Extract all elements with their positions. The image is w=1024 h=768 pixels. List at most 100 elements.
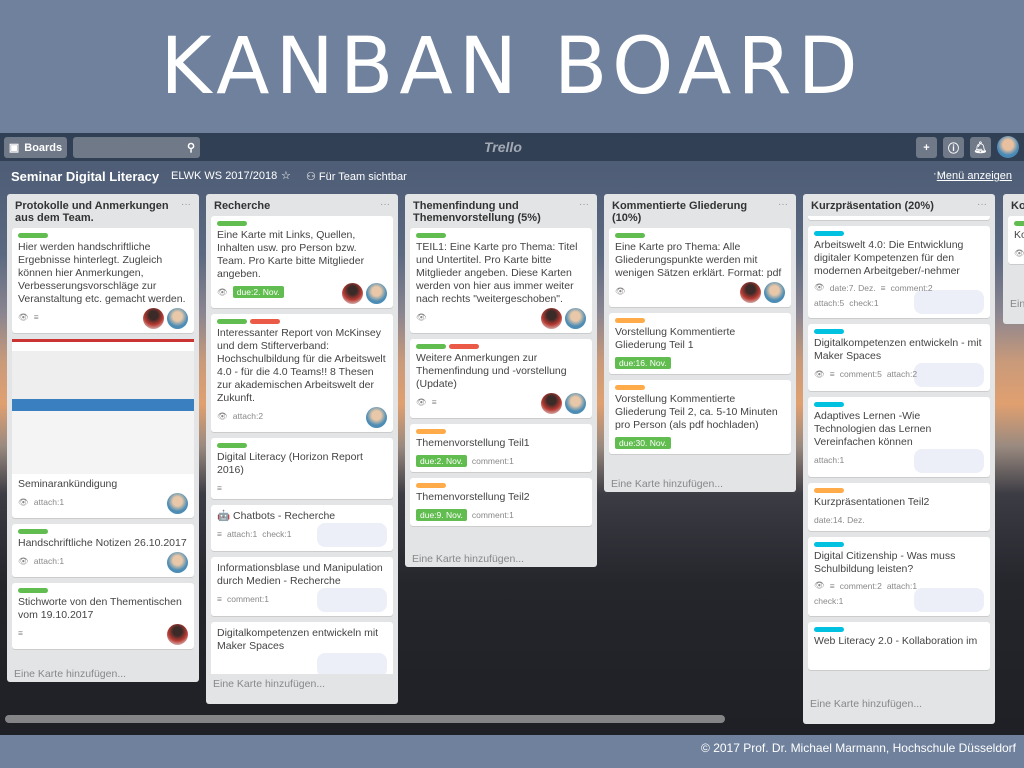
card[interactable]: Seminarankündigung 👁︎ attach:1	[12, 339, 194, 518]
add-card-link[interactable]: Eine Karte hinzufügen...	[803, 694, 995, 718]
show-menu-link[interactable]: Menü anzeigen	[937, 170, 1012, 182]
label-green[interactable]	[18, 588, 48, 593]
notifications-button[interactable]: 🔔︎	[970, 137, 991, 158]
list-title[interactable]: Kurzpräsentation (20%)	[803, 194, 995, 216]
label-green[interactable]	[18, 529, 48, 534]
info-button[interactable]: ⓘ	[943, 137, 964, 158]
card-title: Kurzpräsentationen Teil2	[814, 496, 930, 508]
member-avatar[interactable]	[143, 308, 164, 329]
member-avatar[interactable]	[342, 283, 363, 304]
label-orange[interactable]	[814, 488, 844, 493]
member-avatar[interactable]	[565, 308, 586, 329]
card-labels	[1014, 221, 1024, 226]
label-green[interactable]	[416, 344, 446, 349]
list-title[interactable]: Ko… Ku…	[1003, 194, 1024, 216]
list-menu-icon[interactable]: ···	[579, 199, 589, 210]
label-orange[interactable]	[416, 483, 446, 488]
member-avatar[interactable]	[764, 282, 785, 303]
add-card-link[interactable]: Eine Karte hinzufügen...	[7, 664, 199, 682]
label-orange[interactable]	[615, 318, 645, 323]
label-blue[interactable]	[814, 329, 844, 334]
badge-due[interactable]: due:9. Nov.	[416, 509, 467, 521]
add-card-link[interactable]: Eine Karte hinzufügen...	[604, 474, 796, 492]
card[interactable]: Adaptives Lernen -Wie Technologien das L…	[808, 397, 990, 477]
add-button[interactable]: +	[916, 137, 937, 158]
label-red[interactable]	[250, 319, 280, 324]
label-blue[interactable]	[814, 402, 844, 407]
label-green[interactable]	[217, 319, 247, 324]
label-green[interactable]	[1014, 221, 1024, 226]
card[interactable]: Eine Karte mit Links, Quellen, Inhalten …	[211, 216, 393, 308]
member-avatar[interactable]	[366, 283, 387, 304]
label-green[interactable]	[217, 221, 247, 226]
member-avatar[interactable]	[740, 282, 761, 303]
label-green[interactable]	[217, 443, 247, 448]
badge-due[interactable]: due:16. Nov.	[615, 357, 671, 369]
member-avatar[interactable]	[565, 393, 586, 414]
horizontal-scrollbar[interactable]	[5, 715, 725, 723]
list-menu-icon[interactable]: ···	[977, 199, 987, 210]
list-title[interactable]: Recherche	[206, 194, 398, 216]
card-list: Hier werden handschriftliche Ergebnisse …	[7, 228, 199, 664]
card[interactable]: Web Literacy 2.0 - Kollaboration im	[808, 622, 990, 670]
list-title[interactable]: Themenfindung und Themenvorstellung (5%)	[405, 194, 597, 228]
add-card-link[interactable]: Eine Karte hinzufügen...	[1003, 294, 1024, 318]
card[interactable]: Vorstellung Kommentierte Gliederung Teil…	[609, 313, 791, 374]
card[interactable]: Ko Ku Ko Er 👁︎	[1008, 216, 1024, 264]
user-avatar[interactable]	[997, 136, 1019, 158]
star-icon[interactable]: ☆	[281, 169, 291, 182]
card[interactable]: Digital Citizenship - Was muss Schulbild…	[808, 537, 990, 616]
add-card-link[interactable]: Eine Karte hinzufügen...	[405, 549, 597, 567]
label-orange[interactable]	[615, 385, 645, 390]
label-blue[interactable]	[814, 231, 844, 236]
card[interactable]: TEIL1: Eine Karte pro Thema: Titel und U…	[410, 228, 592, 333]
card[interactable]: Informationsblase und Manipulation durch…	[211, 557, 393, 616]
list-menu-icon[interactable]: ···	[181, 199, 191, 210]
card[interactable]: Themenvorstellung Teil2 due:9. Nov. commen…	[410, 478, 592, 526]
card[interactable]: Themenvorstellung Teil1 due:2. Nov. commen…	[410, 424, 592, 472]
list-title[interactable]: Protokolle und Anmerkungen aus dem Team.	[7, 194, 199, 228]
label-blue[interactable]	[814, 627, 844, 632]
member-avatar[interactable]	[167, 308, 188, 329]
label-blue[interactable]	[814, 542, 844, 547]
card[interactable]: Weitere Anmerkungen zur Themenfindung un…	[410, 339, 592, 418]
card[interactable]: Stichworte von den Thementischen vom 19.…	[12, 583, 194, 649]
card[interactable]: Kurzpräsentationen Teil2 date:14. Dez.	[808, 483, 990, 531]
badge-due[interactable]: due:2. Nov.	[232, 286, 284, 298]
card[interactable]: Digitalkompetenzen entwickeln mit Maker …	[211, 622, 393, 674]
card[interactable]: Arbeitswelt 4.0: Die Entwicklung digital…	[808, 226, 990, 318]
card[interactable]: Vorstellung Kommentierte Gliederung Teil…	[609, 380, 791, 454]
trello-logo[interactable]: Trello	[484, 139, 522, 155]
member-avatar[interactable]	[366, 407, 387, 428]
card[interactable]: Interessanter Report von McKinsey und de…	[211, 314, 393, 432]
label-green[interactable]	[416, 233, 446, 238]
card[interactable]: Eine Karte pro Thema: Alle Gliederungspu…	[609, 228, 791, 307]
card[interactable]: Hier werden handschriftliche Ergebnisse …	[12, 228, 194, 333]
member-avatar[interactable]	[541, 393, 562, 414]
badge-due[interactable]: due:2. Nov.	[416, 455, 467, 467]
search-input[interactable]: ⚲	[73, 137, 200, 158]
card[interactable]	[808, 216, 990, 220]
list-menu-icon[interactable]: ···	[380, 199, 390, 210]
board-title[interactable]: Seminar Digital Literacy	[11, 169, 159, 184]
team-name[interactable]: ELWK WS 2017/2018	[171, 170, 277, 182]
member-avatar[interactable]	[167, 624, 188, 645]
visibility-button[interactable]: ⚇ Für Team sichtbar	[306, 170, 407, 183]
label-green[interactable]	[18, 233, 48, 238]
member-avatar[interactable]	[167, 552, 188, 573]
card[interactable]: Digitalkompetenzen entwickeln - mit Make…	[808, 324, 990, 391]
card[interactable]: Digital Literacy (Horizon Report 2016) ≡	[211, 438, 393, 499]
card-members-faded	[317, 523, 387, 547]
member-avatar[interactable]	[167, 493, 188, 514]
badge-due[interactable]: due:30. Nov.	[615, 437, 671, 449]
card[interactable]: Handschriftliche Notizen 26.10.2017 👁︎ att…	[12, 524, 194, 577]
add-card-link[interactable]: Eine Karte hinzufügen...	[206, 674, 398, 698]
boards-button[interactable]: ▣ Boards	[4, 137, 67, 158]
label-green[interactable]	[615, 233, 645, 238]
label-red[interactable]	[449, 344, 479, 349]
list-title[interactable]: Kommentierte Gliederung (10%)	[604, 194, 796, 228]
label-orange[interactable]	[416, 429, 446, 434]
list-menu-icon[interactable]: ···	[778, 199, 788, 210]
card[interactable]: 🤖 Chatbots - Recherche ≡ attach:1 check:1	[211, 505, 393, 551]
member-avatar[interactable]	[541, 308, 562, 329]
